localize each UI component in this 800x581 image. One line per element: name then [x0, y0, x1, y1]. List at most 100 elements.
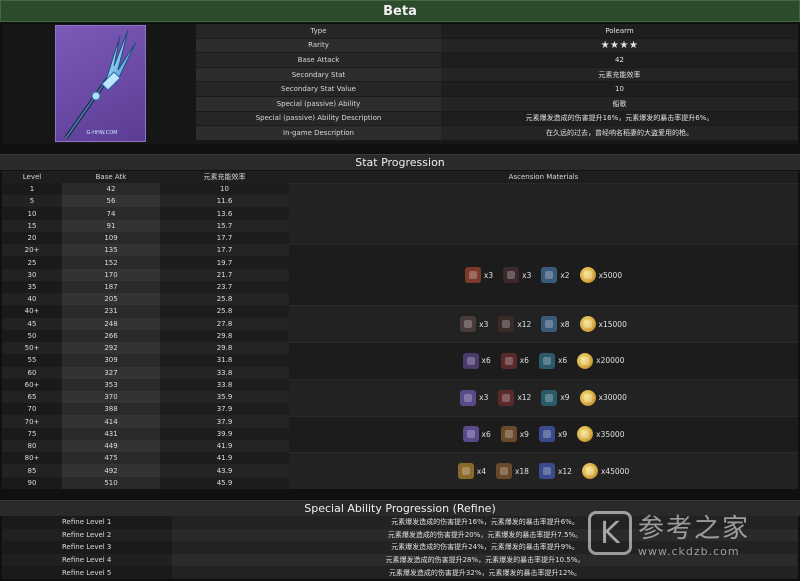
stat-level: 70 — [2, 403, 62, 416]
stat-secondary: 21.7 — [160, 268, 289, 281]
gold-shard-icon — [495, 463, 512, 480]
stat-base-atk: 248 — [62, 317, 160, 330]
teal-crystal-icon — [538, 352, 555, 369]
info-value: 在久远的过去，曾经响名稻妻的大盗爱用的枪。 — [441, 126, 798, 140]
stat-row: 50 266 29.8 — [2, 329, 289, 343]
ascension-material: x9 — [500, 426, 529, 443]
refine-description: 元素爆发造成的伤害提升28%，元素爆发的暴击率提升10.5%。 — [172, 553, 798, 567]
stat-level: 5 — [2, 195, 62, 208]
ascension-material: x9 — [538, 426, 568, 443]
material-quantity: x3 — [483, 270, 494, 280]
refine-level-label: Refine Level 4 — [2, 553, 172, 567]
stat-secondary: 11.6 — [160, 195, 289, 208]
material-quantity: x6 — [481, 429, 491, 439]
stat-row: 1 42 10 — [2, 183, 289, 196]
ascension-material: x6 — [462, 352, 491, 369]
ascension-material: x15000 — [579, 316, 627, 333]
info-key: Secondary Stat — [196, 67, 441, 82]
stat-secondary: 17.7 — [160, 231, 289, 245]
teal-crystal-icon — [541, 389, 558, 406]
weapon-image: G-HHW.COM — [55, 25, 146, 142]
material-quantity: x45000 — [600, 466, 630, 476]
info-key: Type — [196, 24, 441, 38]
gold-shard-icon — [500, 426, 517, 443]
stat-row: 65 370 35.9 — [2, 390, 289, 404]
refine-description: 元素爆发造成的伤害提升16%，元素爆发的暴击率提升6%。 — [172, 516, 798, 529]
stat-row: 20+ 135 17.7 — [2, 244, 289, 257]
stat-base-atk: 152 — [62, 256, 160, 269]
refine-description: 元素爆发造成的伤害提升24%，元素爆发的暴击率提升9%。 — [172, 541, 798, 554]
ascension-material: x8 — [541, 316, 570, 333]
stat-level: 15 — [2, 219, 62, 232]
weapon-attributes-table: Type Polearm Rarity ★★★★ Base Attack 42 Second… — [196, 24, 798, 141]
ascension-material: x3 — [503, 267, 532, 284]
ascension-material: x3 — [460, 316, 488, 333]
stat-level: 80 — [2, 439, 62, 453]
material-quantity: x6 — [519, 356, 529, 366]
stat-row: 55 309 31.8 — [2, 354, 289, 367]
stat-level: 85 — [2, 464, 62, 477]
stat-base-atk: 475 — [62, 452, 160, 465]
stat-row: 35 187 23.7 — [2, 280, 289, 294]
material-quantity: x9 — [560, 393, 570, 403]
stat-base-atk: 109 — [62, 231, 160, 245]
purple-ore-icon — [462, 352, 479, 369]
blue-gem-icon — [538, 463, 555, 480]
stat-base-atk: 431 — [62, 427, 160, 440]
material-quantity: x12 — [557, 466, 572, 476]
stat-row: 45 248 27.8 — [2, 317, 289, 330]
stat-progression-title: Stat Progression — [355, 156, 445, 169]
info-value: 元素爆发造成的伤害提升16%，元素爆发的暴击率提升6%。 — [441, 111, 798, 126]
stat-progression-header: Stat Progression — [0, 154, 800, 170]
mora-coin-icon — [579, 267, 596, 284]
stat-level: 45 — [2, 317, 62, 330]
info-value: ★★★★ — [441, 38, 798, 53]
stat-row: 80+ 475 41.9 — [2, 452, 289, 465]
material-quantity: x15000 — [598, 319, 627, 329]
info-value: 42 — [441, 53, 798, 67]
refine-row: Refine Level 3 元素爆发造成的伤害提升24%，元素爆发的暴击率提升9… — [2, 541, 798, 554]
material-quantity: x30000 — [598, 393, 627, 403]
violet-ore-icon — [462, 426, 479, 443]
stat-secondary: 10 — [160, 183, 289, 196]
stat-row: 25 152 19.7 — [2, 256, 289, 269]
ascension-empty-block — [289, 183, 798, 245]
material-quantity: x12 — [517, 319, 532, 329]
ascension-material: x5000 — [579, 267, 622, 284]
material-quantity: x4 — [476, 466, 486, 476]
mora-coin-icon — [577, 352, 594, 369]
stat-secondary: 43.9 — [160, 464, 289, 477]
ascension-material: x18 — [495, 463, 529, 480]
material-quantity: x18 — [514, 466, 529, 476]
ascension-material: x6 — [462, 426, 491, 443]
ascension-materials-column: x3 x3 x2 x5000 x3 x12 x8 x15000 x6 x6 x6 x20000 x3 x1… — [289, 183, 798, 501]
refine-table: Refine Level 1 元素爆发造成的伤害提升16%，元素爆发的暴击率提升6… — [2, 516, 798, 579]
material-quantity: x3 — [522, 270, 532, 280]
stat-row: 60+ 353 33.8 — [2, 378, 289, 391]
info-key: Base Attack — [196, 53, 441, 67]
material-quantity: x9 — [557, 429, 568, 439]
stat-base-atk: 91 — [62, 219, 160, 232]
stat-base-atk: 492 — [62, 464, 160, 477]
refine-progression-header: Special Ability Progression (Refine) — [0, 500, 800, 516]
stat-level: 60+ — [2, 378, 62, 391]
stat-row: 75 431 39.9 — [2, 427, 289, 440]
stat-secondary: 37.9 — [160, 403, 289, 416]
ascension-material: x12 — [538, 463, 572, 480]
refine-level-label: Refine Level 5 — [2, 566, 172, 579]
info-row: Special (passive) Ability 船歌 — [196, 96, 798, 112]
stat-row: 15 91 15.7 — [2, 219, 289, 232]
stat-base-atk: 231 — [62, 305, 160, 318]
header-base-atk: Base Atk — [95, 173, 127, 181]
material-quantity: x20000 — [596, 356, 625, 366]
stat-secondary: 29.8 — [160, 329, 289, 343]
stat-secondary: 13.6 — [160, 207, 289, 220]
stat-level: 90 — [2, 476, 62, 489]
ascension-block: x6 x9 x9 x35000 — [289, 415, 798, 453]
stat-base-atk: 388 — [62, 403, 160, 416]
refine-level-label: Refine Level 1 — [2, 516, 172, 529]
stat-secondary: 29.8 — [160, 342, 289, 355]
refine-row: Refine Level 2 元素爆发造成的伤害提升20%，元素爆发的暴击率提升7… — [2, 528, 798, 542]
blue-crystal-icon — [541, 316, 558, 333]
stat-level: 75 — [2, 427, 62, 440]
